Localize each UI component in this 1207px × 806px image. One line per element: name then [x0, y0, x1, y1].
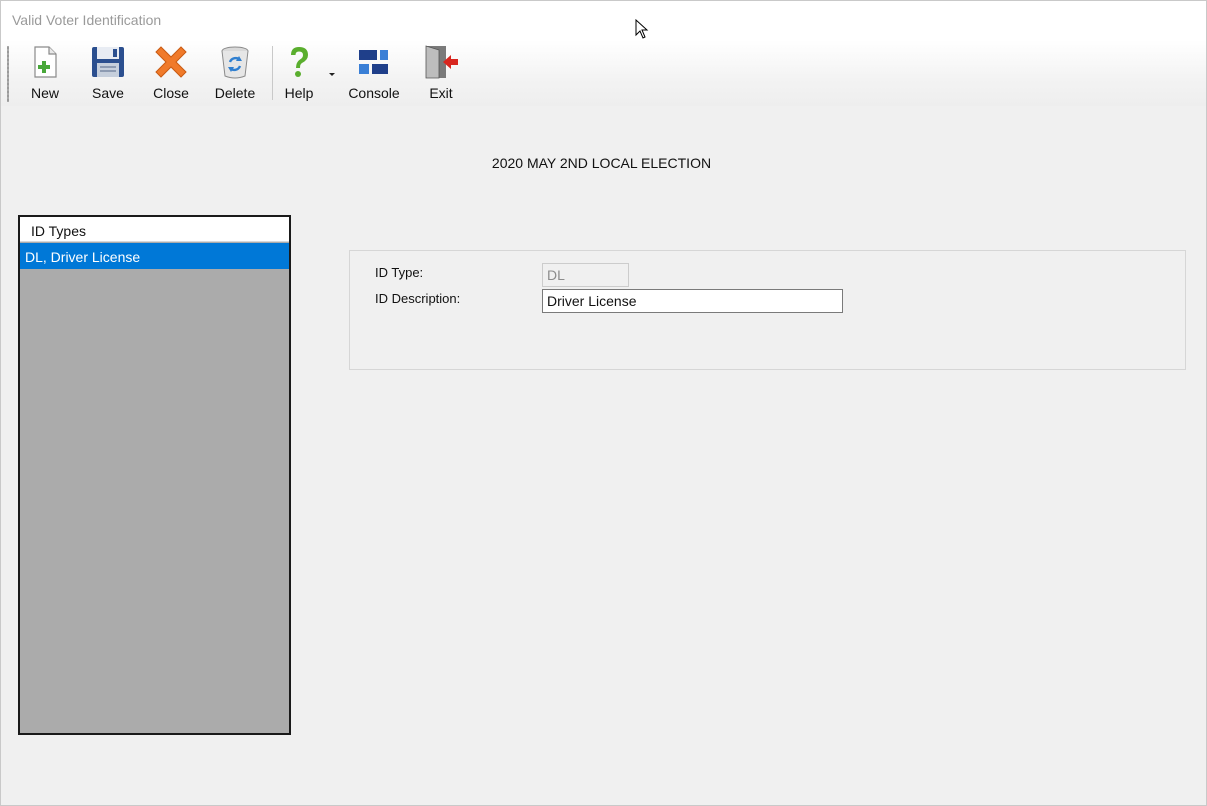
- title-bar[interactable]: Valid Voter Identification: [1, 1, 1206, 40]
- list-header-label: ID Types: [31, 223, 86, 239]
- close-button-label: Close: [153, 85, 189, 101]
- election-title: 2020 MAY 2ND LOCAL ELECTION: [491, 155, 712, 171]
- mouse-pointer-icon: [635, 19, 649, 39]
- console-blocks-icon: [359, 50, 388, 74]
- new-document-icon: [34, 46, 57, 78]
- exit-door-icon: [425, 45, 458, 79]
- window-title: Valid Voter Identification: [12, 12, 162, 28]
- help-button[interactable]: Help: [282, 44, 316, 104]
- floppy-disk-icon: [92, 47, 124, 77]
- id-type-field[interactable]: [542, 263, 629, 287]
- toolbar-grip[interactable]: [7, 46, 9, 102]
- list-item-selected[interactable]: DL, Driver License: [20, 243, 289, 269]
- orange-x-icon: [155, 46, 187, 78]
- question-mark-icon: [291, 47, 308, 77]
- id-types-list[interactable]: ID Types DL, Driver License: [18, 215, 291, 735]
- console-button[interactable]: Console: [346, 44, 402, 104]
- console-button-label: Console: [348, 85, 400, 101]
- close-button[interactable]: Close: [151, 44, 191, 104]
- new-button[interactable]: New: [26, 44, 64, 104]
- delete-button-label: Delete: [214, 85, 256, 101]
- help-button-label: Help: [284, 85, 314, 101]
- id-type-label: ID Type:: [375, 265, 424, 280]
- id-detail-panel: ID Type: ID Description:: [349, 250, 1186, 370]
- list-column-header[interactable]: ID Types: [20, 217, 289, 242]
- id-description-field[interactable]: [542, 289, 843, 313]
- delete-button[interactable]: Delete: [213, 44, 257, 104]
- help-dropdown-arrow-icon[interactable]: [328, 70, 336, 78]
- recycle-bin-icon: [221, 46, 249, 79]
- exit-button[interactable]: Exit: [421, 44, 461, 104]
- application-window: Valid Voter Identification New Save Clos…: [0, 0, 1207, 806]
- list-item-label: DL, Driver License: [25, 249, 141, 265]
- new-button-label: New: [30, 85, 59, 101]
- toolbar: New Save Close Delete Help Console Exit: [1, 40, 1206, 106]
- toolbar-separator: [272, 46, 273, 100]
- save-button-label: Save: [92, 85, 124, 101]
- save-button[interactable]: Save: [88, 44, 128, 104]
- id-description-label: ID Description:: [375, 291, 461, 306]
- exit-button-label: Exit: [429, 85, 453, 101]
